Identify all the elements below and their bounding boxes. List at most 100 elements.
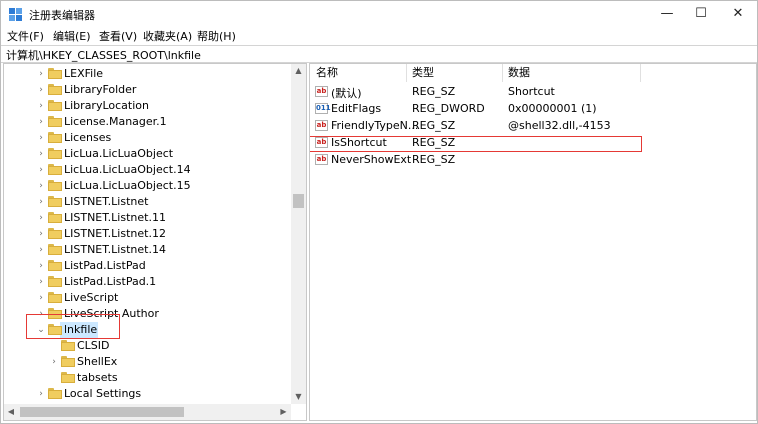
folder-icon bbox=[48, 244, 62, 255]
tree-item[interactable]: › License.Manager.1 bbox=[4, 114, 289, 130]
expand-chevron-icon[interactable]: › bbox=[36, 84, 46, 96]
folder-icon bbox=[48, 116, 62, 127]
column-divider bbox=[640, 64, 641, 82]
tree-vertical-scrollbar[interactable]: ▲ ▼ bbox=[291, 64, 306, 404]
expand-chevron-icon[interactable]: › bbox=[36, 388, 46, 400]
column-divider bbox=[406, 64, 407, 82]
column-header-data[interactable]: 数据 bbox=[508, 64, 530, 82]
value-type: REG_DWORD bbox=[412, 102, 485, 115]
menu-help[interactable]: 帮助(H) bbox=[197, 28, 236, 44]
expand-chevron-icon[interactable]: › bbox=[36, 132, 46, 144]
menu-edit[interactable]: 编辑(E) bbox=[53, 28, 91, 44]
tree-item[interactable]: › LibraryFolder bbox=[4, 82, 289, 98]
menu-bar: 文件(F) 编辑(E) 查看(V) 收藏夹(A) 帮助(H) bbox=[1, 27, 757, 45]
values-pane[interactable]: 名称 类型 数据 ab (默认) REG_SZ Shortcut 011 EditFlag… bbox=[309, 63, 757, 421]
folder-icon bbox=[48, 100, 62, 111]
tree-item-label: LEXFile bbox=[64, 67, 104, 80]
tree-item[interactable]: › LicLua.LicLuaObject bbox=[4, 146, 289, 162]
isshortcut-highlight-box bbox=[310, 136, 642, 152]
scroll-up-icon[interactable]: ▲ bbox=[291, 64, 306, 78]
value-name: NeverShowExt bbox=[331, 153, 412, 166]
registry-value-row[interactable]: ab NeverShowExt REG_SZ bbox=[310, 151, 750, 168]
expand-chevron-icon[interactable]: › bbox=[36, 244, 46, 256]
tree-item[interactable]: › ListPad.ListPad.1 bbox=[4, 274, 289, 290]
tree-item-label: tabsets bbox=[77, 371, 118, 384]
tree-item[interactable]: › LicLua.LicLuaObject.15 bbox=[4, 178, 289, 194]
tree-item-label: LicLua.LicLuaObject bbox=[64, 147, 174, 160]
tree-item[interactable]: CLSID bbox=[4, 338, 289, 354]
expand-chevron-icon[interactable]: › bbox=[36, 228, 46, 240]
expand-chevron-icon[interactable]: › bbox=[36, 212, 46, 224]
menu-view[interactable]: 查看(V) bbox=[99, 28, 137, 44]
folder-icon bbox=[48, 260, 62, 271]
tree-item[interactable]: › LiveScript bbox=[4, 290, 289, 306]
expand-chevron-icon[interactable]: › bbox=[36, 292, 46, 304]
tree-item[interactable]: tabsets bbox=[4, 370, 289, 386]
expand-chevron-icon[interactable]: › bbox=[36, 68, 46, 80]
registry-value-row[interactable]: ab FriendlyTypeN... REG_SZ @shell32.dll,-41… bbox=[310, 117, 750, 134]
tree-item-label: LicLua.LicLuaObject.15 bbox=[64, 179, 191, 192]
close-button[interactable]: ✕ bbox=[721, 1, 755, 27]
tree-item[interactable]: › LicLua.LicLuaObject.14 bbox=[4, 162, 289, 178]
expand-chevron-icon[interactable]: › bbox=[36, 164, 46, 176]
menu-favorites[interactable]: 收藏夹(A) bbox=[143, 28, 192, 44]
lnkfile-highlight-box bbox=[26, 314, 120, 339]
folder-icon bbox=[48, 148, 62, 159]
key-tree-pane[interactable]: › LEXFile › LibraryFolder › LibraryLocation › L… bbox=[3, 63, 307, 421]
string-value-icon: ab bbox=[315, 86, 328, 97]
expand-chevron-icon[interactable]: › bbox=[36, 100, 46, 112]
tree-item[interactable]: › LISTNET.Listnet.14 bbox=[4, 242, 289, 258]
tree-horizontal-scrollbar[interactable]: ◀ ▶ bbox=[4, 404, 291, 420]
tree-item-label: Local Settings bbox=[64, 387, 142, 400]
expand-chevron-icon[interactable]: › bbox=[49, 356, 59, 368]
folder-icon bbox=[48, 68, 62, 79]
window-title: 注册表编辑器 bbox=[29, 9, 95, 22]
value-data: @shell32.dll,-4153 bbox=[508, 119, 611, 132]
expand-chevron-icon[interactable]: › bbox=[36, 148, 46, 160]
expand-chevron-icon[interactable]: › bbox=[36, 260, 46, 272]
tree-item[interactable]: › LISTNET.Listnet bbox=[4, 194, 289, 210]
folder-icon bbox=[48, 292, 62, 303]
column-header-type[interactable]: 类型 bbox=[412, 64, 434, 82]
scroll-down-icon[interactable]: ▼ bbox=[291, 390, 306, 404]
value-type: REG_SZ bbox=[412, 119, 456, 132]
value-type: REG_SZ bbox=[412, 153, 456, 166]
tree-item-label: LibraryFolder bbox=[64, 83, 137, 96]
maximize-button[interactable]: ☐ bbox=[684, 1, 718, 27]
tree-item[interactable]: › ListPad.ListPad bbox=[4, 258, 289, 274]
tree-item[interactable]: › LEXFile bbox=[4, 66, 289, 82]
address-bar[interactable]: 计算机\HKEY_CLASSES_ROOT\lnkfile bbox=[1, 45, 757, 63]
horizontal-scroll-thumb[interactable] bbox=[20, 407, 184, 417]
vertical-scroll-thumb[interactable] bbox=[293, 194, 304, 208]
menu-file[interactable]: 文件(F) bbox=[7, 28, 44, 44]
value-name: FriendlyTypeN... bbox=[331, 119, 419, 132]
column-header-name[interactable]: 名称 bbox=[316, 64, 338, 82]
column-divider bbox=[502, 64, 503, 82]
tree-item-label: LISTNET.Listnet.12 bbox=[64, 227, 166, 240]
tree-item[interactable]: › Local Settings bbox=[4, 386, 289, 402]
regedit-window: 注册表编辑器 — ☐ ✕ 文件(F) 编辑(E) 查看(V) 收藏夹(A) 帮助… bbox=[0, 0, 758, 424]
value-type: REG_SZ bbox=[412, 85, 456, 98]
tree-item[interactable]: › Licenses bbox=[4, 130, 289, 146]
address-path[interactable]: 计算机\HKEY_CLASSES_ROOT\lnkfile bbox=[6, 47, 201, 63]
string-value-icon: ab bbox=[315, 154, 328, 165]
folder-icon bbox=[48, 228, 62, 239]
expand-chevron-icon[interactable]: › bbox=[36, 116, 46, 128]
folder-icon bbox=[61, 372, 75, 383]
tree-item[interactable]: › LibraryLocation bbox=[4, 98, 289, 114]
tree-item-label: LISTNET.Listnet bbox=[64, 195, 149, 208]
tree-item[interactable]: › ShellEx bbox=[4, 354, 289, 370]
tree-item[interactable]: › LISTNET.Listnet.11 bbox=[4, 210, 289, 226]
scroll-left-icon[interactable]: ◀ bbox=[4, 404, 18, 420]
expand-chevron-icon[interactable]: › bbox=[36, 276, 46, 288]
minimize-button[interactable]: — bbox=[650, 1, 684, 27]
folder-icon bbox=[48, 164, 62, 175]
expand-chevron-icon[interactable]: › bbox=[36, 196, 46, 208]
expand-chevron-icon[interactable]: › bbox=[36, 180, 46, 192]
scroll-right-icon[interactable]: ▶ bbox=[276, 404, 291, 420]
value-name: (默认) bbox=[331, 87, 362, 100]
registry-value-row[interactable]: ab (默认) REG_SZ Shortcut bbox=[310, 83, 750, 100]
folder-icon bbox=[61, 340, 75, 351]
tree-item[interactable]: › LISTNET.Listnet.12 bbox=[4, 226, 289, 242]
registry-value-row[interactable]: 011 EditFlags REG_DWORD 0x00000001 (1) bbox=[310, 100, 750, 117]
